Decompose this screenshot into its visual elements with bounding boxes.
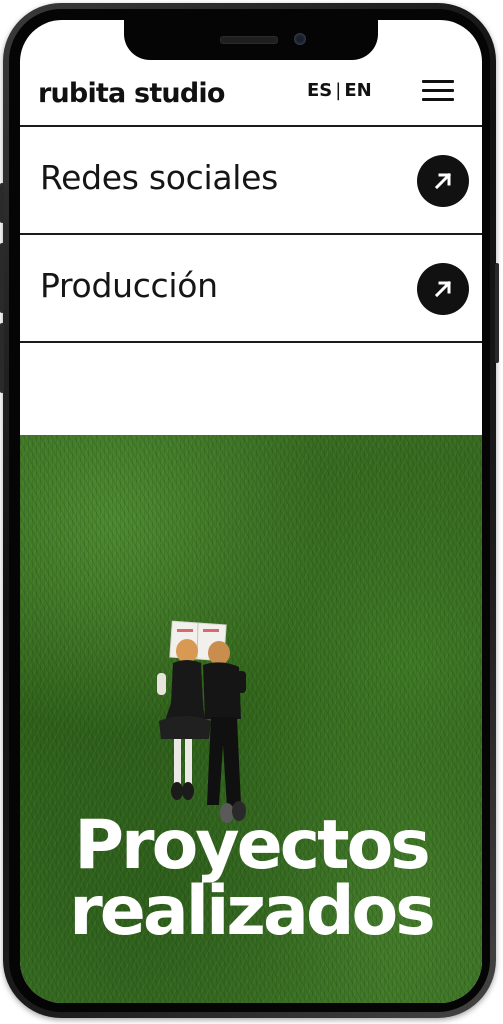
phone-side-button (0, 323, 4, 393)
speaker-grille (220, 36, 278, 44)
phone-side-button (0, 183, 4, 223)
phone-frame: rubita studio ES | EN Redes sociales Produ… (0, 3, 499, 1018)
menu-bar (422, 89, 454, 92)
service-label: Producción (40, 266, 218, 305)
hero-title-line: realizados (69, 872, 436, 951)
site-header: rubita studio ES | EN (20, 70, 482, 127)
front-camera (294, 33, 306, 45)
arrow-up-right-icon[interactable] (417, 263, 469, 315)
lang-en-link[interactable]: EN (344, 80, 371, 101)
phone-screen: rubita studio ES | EN Redes sociales Produ… (20, 20, 482, 1003)
service-row-redes-sociales[interactable]: Redes sociales (20, 127, 482, 235)
hero-title: Proyectos realizados (20, 806, 482, 951)
phone-side-button (0, 243, 4, 313)
hamburger-menu-icon[interactable] (422, 80, 456, 104)
hero-title-line: Proyectos (74, 806, 431, 885)
menu-bar (422, 80, 454, 83)
menu-bar (422, 98, 454, 101)
service-label: Redes sociales (40, 158, 279, 197)
language-switcher: ES | EN (307, 80, 372, 101)
projects-hero[interactable]: Proyectos realizados (20, 435, 482, 1003)
service-row-produccion[interactable]: Producción (20, 235, 482, 343)
arrow-up-right-icon[interactable] (417, 155, 469, 207)
phone-notch (124, 20, 378, 60)
lang-separator: | (335, 80, 342, 101)
phone-power-button (495, 263, 499, 363)
brand-logo[interactable]: rubita studio (38, 78, 225, 109)
lang-es-link[interactable]: ES (307, 80, 332, 101)
